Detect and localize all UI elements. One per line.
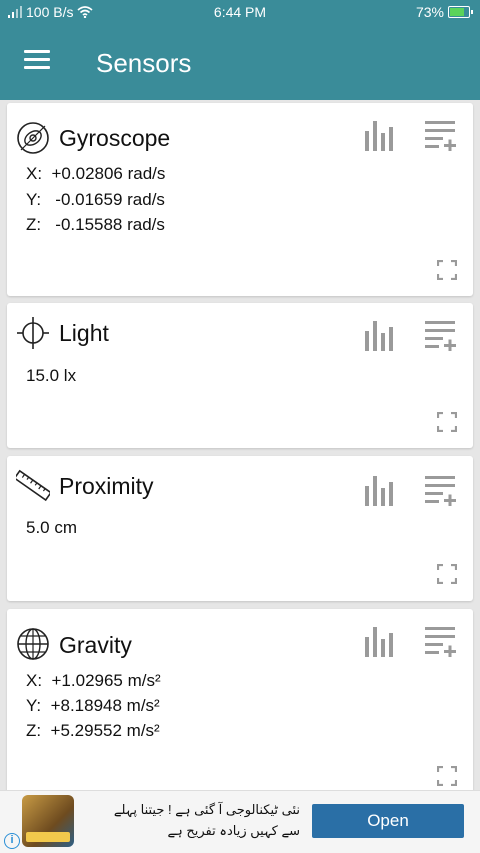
sensor-value-z: Z: -0.15588 rad/s [26,215,165,234]
sensor-card-proximity[interactable]: Proximity 5.0 cm [7,456,473,601]
playlist-add-icon[interactable] [423,474,457,506]
ad-text-line1: نئی ٹیکنالوجی آ گئی ہے ! جیتنا پہلے [113,802,300,817]
ruler-icon [16,469,50,502]
bar-chart-icon[interactable] [363,625,397,657]
gyroscope-icon [17,122,49,154]
ad-banner[interactable]: i نئی ٹیکنالوجی آ گئی ہے ! جیتنا پہلے سے… [0,790,480,853]
sensor-value-z: Z: +5.29552 m/s² [26,721,160,740]
sensor-value: 15.0 lx [26,366,77,385]
battery-percent: 73% [415,4,444,20]
sensor-value-x: X: +0.02806 rad/s [26,164,166,183]
sensor-title: Proximity [59,473,154,499]
battery-icon [448,6,473,18]
hamburger-menu-icon[interactable] [24,50,50,70]
sensor-value-y: Y: -0.01659 rad/s [26,190,165,209]
light-icon [17,317,49,349]
sensor-title: Light [59,320,109,346]
sensor-title: Gyroscope [59,125,171,151]
fullscreen-icon[interactable] [437,412,457,432]
sensor-card-gravity[interactable]: Gravity X: +1.02965 m/s² Y: +8.18948 m/s… [7,609,473,799]
ad-info-icon[interactable]: i [4,833,20,849]
bar-chart-icon[interactable] [363,119,397,151]
sensor-card-light[interactable]: Light 15.0 lx [7,303,473,448]
status-bar: 100 B/s 6:44 PM 73% [0,0,480,24]
sensor-card-gyroscope[interactable]: Gyroscope X: +0.02806 rad/s Y: -0.01659 … [7,103,473,296]
sensor-value-x: X: +1.02965 m/s² [26,671,161,690]
globe-icon [17,628,49,660]
sensor-value-y: Y: +8.18948 m/s² [26,696,160,715]
bar-chart-icon[interactable] [363,319,397,351]
sensor-title: Gravity [59,632,132,658]
fullscreen-icon[interactable] [437,260,457,280]
fullscreen-icon[interactable] [437,564,457,584]
page-title: Sensors [96,48,192,78]
ad-text-line2: سے کہیں زیادہ تفریح ہے [167,823,300,838]
playlist-add-icon[interactable] [423,319,457,351]
ad-app-thumbnail[interactable] [22,795,74,847]
bar-chart-icon[interactable] [363,474,397,506]
clock: 6:44 PM [213,4,267,20]
sensor-value: 5.0 cm [26,518,78,537]
app-bar: Sensors [0,24,480,100]
fullscreen-icon[interactable] [437,766,457,786]
ad-open-button[interactable]: Open [312,804,464,838]
playlist-add-icon[interactable] [423,625,457,657]
ad-text: نئی ٹیکنالوجی آ گئی ہے ! جیتنا پہلے سے ک… [82,799,300,841]
playlist-add-icon[interactable] [423,119,457,151]
